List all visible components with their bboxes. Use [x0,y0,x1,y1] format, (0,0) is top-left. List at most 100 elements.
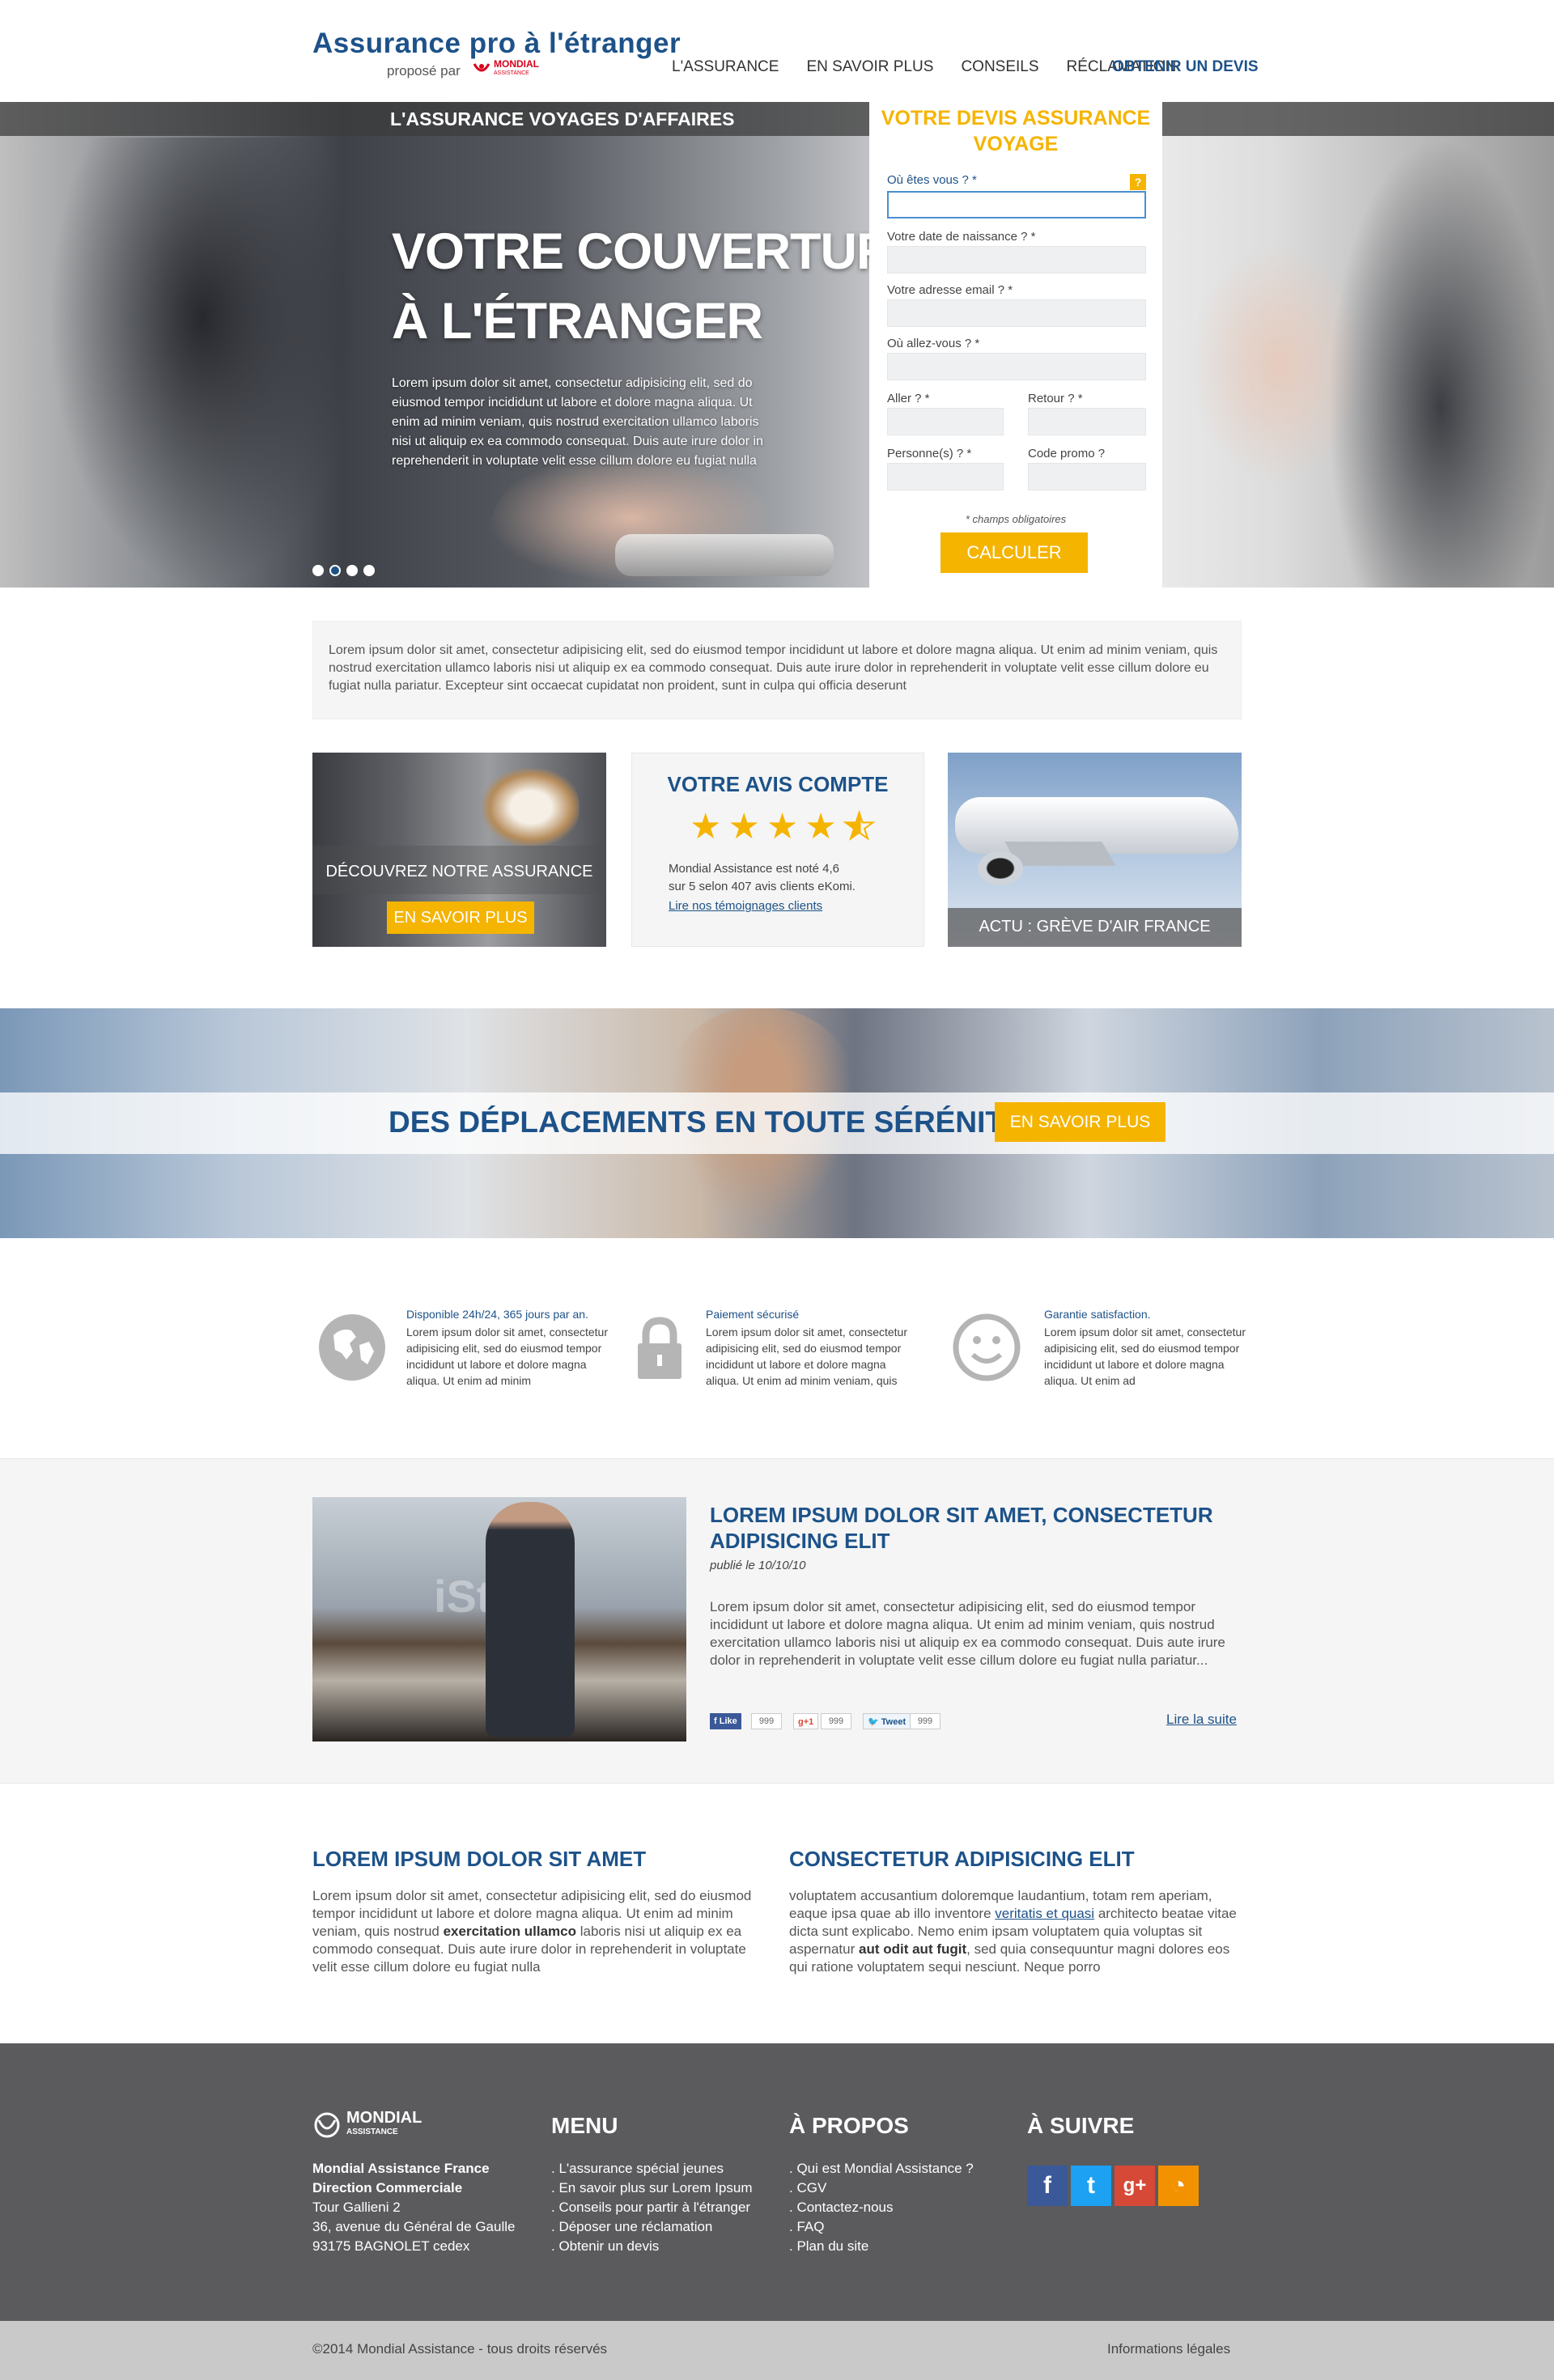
destination-input[interactable] [887,353,1146,380]
serenity-banner-title: DES DÉPLACEMENTS EN TOUTE SÉRÉNITÉ ? [388,1105,1051,1139]
slider-dot[interactable] [363,565,375,576]
footer-menu-item[interactable]: . Conseils pour partir à l'étranger [551,2198,752,2217]
footer-about-item[interactable]: . Contactez-nous [789,2198,974,2217]
gplus-count: 999 [821,1713,851,1729]
slider-dot[interactable] [346,565,358,576]
persons-label: Personne(s) ? * [887,447,972,460]
hero-strip-title: L'ASSURANCE VOYAGES D'AFFAIRES [390,108,735,129]
footer-logo[interactable]: MONDIAL ASSISTANCE [312,2109,422,2140]
facebook-icon: f [714,1716,720,1726]
mondial-logo-text: MONDIAL ASSISTANCE [494,58,539,78]
hero-title-line-1: VOTRE COUVERTURE [392,223,927,280]
footer-menu-item[interactable]: . Obtenir un devis [551,2237,752,2256]
feature-text-satisfaction: Lorem ipsum dolor sit amet, consectetur … [1044,1326,1246,1387]
mondial-logo: MONDIAL ASSISTANCE [473,58,539,78]
read-more-link[interactable]: Lire la suite [1166,1712,1237,1728]
footer-address-line-2: 36, avenue du Général de Gaulle [312,2219,516,2234]
hero-photo-phone [615,534,834,576]
discover-more-button[interactable]: EN SAVOIR PLUS [387,902,534,934]
tweet-label: Tweet [881,1717,906,1727]
discover-tile-label: DÉCOUVREZ NOTRE ASSURANCE [325,863,593,880]
nav-item-conseils[interactable]: CONSEILS [961,58,1038,76]
google-plus-button[interactable]: g+1 [793,1713,819,1729]
news-tile-label[interactable]: ACTU : GRÈVE D'AIR FRANCE [948,918,1242,936]
testimonials-link[interactable]: Lire nos témoignages clients [669,899,822,913]
footer-about-item[interactable]: . FAQ [789,2217,974,2237]
footer-department: Direction Commerciale [312,2180,463,2195]
footer-menu-title: MENU [551,2113,618,2138]
footer-logo-name: MONDIAL [346,2109,422,2127]
slider-dot[interactable] [312,565,324,576]
footer-menu-item[interactable]: . Déposer une réclamation [551,2217,752,2237]
like-count: 999 [751,1713,782,1729]
hero-title-strip [0,102,1554,136]
footer-about-item[interactable]: . CGV [789,2178,974,2198]
footer [0,2043,1554,2321]
footer-about-list: . Qui est Mondial Assistance ? . CGV . C… [789,2159,974,2256]
hero-title: VOTRE COUVERTURE À L'ÉTRANGER [392,217,927,356]
birth-date-input[interactable] [887,246,1146,274]
feature-text-secure-payment: Lorem ipsum dolor sit amet, consectetur … [706,1326,907,1387]
google-plus-label: +1 [803,1717,814,1727]
star-icon: ★ [805,807,837,846]
mondial-logo-name: MONDIAL [494,58,539,70]
footer-follow-title: À SUIVRE [1027,2113,1135,2138]
email-label: Votre adresse email ? * [887,283,1013,297]
feature-title-availability: Disponible 24h/24, 365 jours par an. [406,1308,588,1321]
nav-item-en-savoir-plus[interactable]: EN SAVOIR PLUS [806,58,933,76]
lock-icon [638,1317,681,1379]
google-plus-icon: g [798,1717,804,1727]
footer-company: Mondial Assistance France [312,2161,490,2176]
footer-about-item[interactable]: . Qui est Mondial Assistance ? [789,2159,974,2178]
twitter-icon[interactable]: t [1071,2166,1111,2206]
where-are-you-input[interactable] [887,191,1146,218]
help-icon[interactable]: ? [1130,174,1146,190]
footer-address: Mondial Assistance France Direction Comm… [312,2159,515,2256]
mondial-logo-tag: ASSISTANCE [494,70,529,76]
return-label: Retour ? * [1028,392,1083,405]
promo-code-label: Code promo ? [1028,447,1106,460]
legal-info-link[interactable]: Informations légales [1107,2341,1230,2357]
departure-label: Aller ? * [887,392,930,405]
nav-get-quote-link[interactable]: OBTENIR UN DEVIS [1112,58,1259,76]
email-input[interactable] [887,299,1146,327]
rss-icon[interactable]: ◔ [1158,2166,1199,2206]
right-text-link[interactable]: veritatis et quasi [995,1906,1094,1921]
footer-logo-tag: ASSISTANCE [346,2128,398,2136]
facebook-icon[interactable]: f [1027,2166,1068,2206]
footer-menu-item[interactable]: . L'assurance spécial jeunes [551,2159,752,2178]
hero-title-line-2: À L'ÉTRANGER [392,293,763,350]
globe-icon [319,1314,385,1381]
tweet-button[interactable]: 🐦 Tweet [863,1713,911,1729]
facebook-like-button[interactable]: f Like [710,1713,741,1729]
google-plus-icon[interactable]: g+ [1115,2166,1155,2206]
right-text-bold: aut odit aut fugit [859,1941,967,1957]
persons-input[interactable] [887,463,1004,490]
facebook-like-label: Like [719,1716,737,1726]
article-text: Lorem ipsum dolor sit amet, consectetur … [710,1599,1225,1668]
hero-photo-sleeve [49,138,356,588]
nav-item-assurance[interactable]: L'ASSURANCE [672,58,779,76]
slider-dot-active[interactable] [329,565,341,576]
footer-about-item[interactable]: . Plan du site [789,2237,974,2256]
rating-stars: ★ ★ ★ ★ ★ [690,807,876,846]
star-icon: ★ [766,807,799,846]
hero-photo-right-sleeve [1327,138,1554,588]
footer-menu-item[interactable]: . En savoir plus sur Lorem Ipsum [551,2178,752,2198]
site-logo-title[interactable]: Assurance pro à l'étranger [312,28,681,60]
tweet-count: 999 [910,1713,940,1729]
article-title[interactable]: LOREM IPSUM DOLOR SIT AMET, CONSECTETUR … [710,1502,1228,1554]
logo-subtitle: proposé par [387,63,461,78]
serenity-more-button[interactable]: EN SAVOIR PLUS [995,1102,1166,1142]
calculate-button[interactable]: CALCULER [940,532,1088,573]
return-date-input[interactable] [1028,408,1146,435]
review-text-line-2: sur 5 selon 407 avis clients eKomi. [669,880,856,893]
smiley-icon [953,1313,1021,1381]
departure-date-input[interactable] [887,408,1004,435]
right-column-title: CONSECTETUR ADIPISICING ELIT [789,1847,1135,1871]
article-image-figure [486,1502,575,1737]
destination-label: Où allez-vous ? * [887,337,980,350]
mondial-logo-icon [473,63,490,72]
feature-title-secure-payment: Paiement sécurisé [706,1308,800,1321]
promo-code-input[interactable] [1028,463,1146,490]
